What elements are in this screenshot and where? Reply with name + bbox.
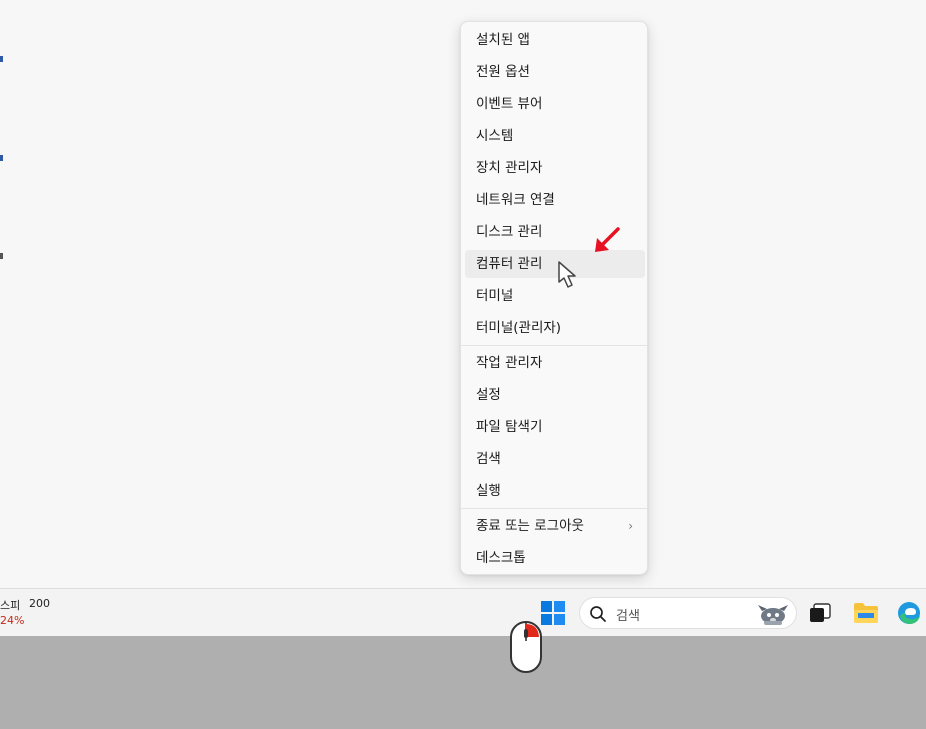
bottom-gray-area (0, 636, 926, 729)
search-icon (590, 606, 606, 622)
menu-item-event-viewer[interactable]: 이벤트 뷰어 (465, 90, 645, 118)
menu-item-power-options[interactable]: 전원 옵션 (465, 58, 645, 86)
mouse-icon (510, 621, 542, 673)
menu-item-run[interactable]: 실행 (465, 477, 645, 505)
folder-icon (854, 603, 878, 623)
menu-item-system[interactable]: 시스템 (465, 122, 645, 150)
menu-item-terminal-admin[interactable]: 터미널(관리자) (465, 314, 645, 342)
menu-item-network-connections[interactable]: 네트워크 연결 (465, 186, 645, 214)
menu-item-terminal[interactable]: 터미널 (465, 282, 645, 310)
taskbar-search-box[interactable]: 검색 (579, 597, 797, 629)
taskbar: 스피 200 24% 검색 (0, 588, 926, 636)
file-explorer-button[interactable] (852, 601, 880, 625)
red-arrow-icon (595, 227, 620, 252)
menu-item-desktop[interactable]: 데스크톱 (465, 544, 645, 572)
menu-item-search[interactable]: 검색 (465, 445, 645, 473)
menu-item-shutdown-signout[interactable]: 종료 또는 로그아웃 › (465, 512, 645, 540)
menu-item-installed-apps[interactable]: 설치된 앱 (465, 26, 645, 54)
menu-item-task-manager[interactable]: 작업 관리자 (465, 349, 645, 377)
menu-item-device-manager[interactable]: 장치 관리자 (465, 154, 645, 182)
edge-browser-icon (898, 602, 920, 624)
menu-item-file-explorer[interactable]: 파일 탐색기 (465, 413, 645, 441)
winx-context-menu: 설치된 앱 전원 옵션 이벤트 뷰어 시스템 장치 관리자 네트워크 연결 디스… (460, 21, 648, 575)
task-view-button[interactable] (808, 602, 832, 624)
search-label: 검색 (616, 609, 640, 624)
chevron-right-icon: › (628, 519, 633, 533)
stock-widget-name[interactable]: 스피 (0, 597, 20, 613)
window-edge-mark (0, 56, 3, 62)
stock-widget-change[interactable]: 24% (0, 614, 24, 627)
stock-widget-value[interactable]: 200 (29, 597, 50, 610)
search-highlight-icon[interactable] (756, 601, 790, 627)
task-view-icon (810, 603, 831, 622)
hand-cursor-icon (558, 261, 576, 288)
window-edge-mark (0, 253, 3, 259)
window-edge-mark (0, 155, 3, 161)
menu-separator (461, 508, 647, 509)
menu-item-settings[interactable]: 설정 (465, 381, 645, 409)
menu-separator (461, 345, 647, 346)
menu-item-label: 종료 또는 로그아웃 (476, 518, 584, 534)
edge-browser-button[interactable] (896, 600, 922, 626)
